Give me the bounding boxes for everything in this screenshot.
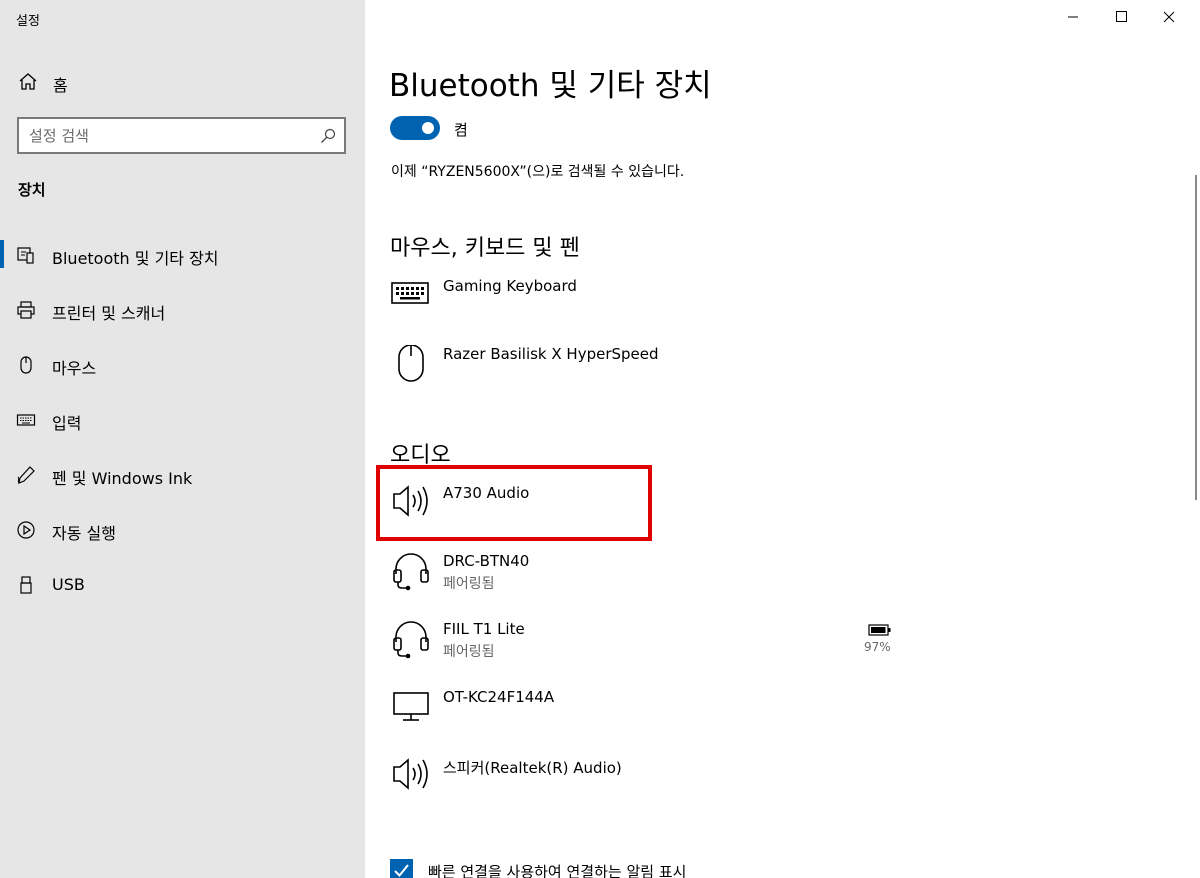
toggle-knob xyxy=(422,122,434,134)
app-title: 설정 xyxy=(16,14,40,29)
sidebar-item-label: Bluetooth 및 기타 장치 xyxy=(52,249,219,268)
battery-icon xyxy=(868,624,891,636)
mouse-icon xyxy=(398,345,424,382)
device-name: 스피커(Realtek(R) Audio) xyxy=(443,759,622,777)
home-icon xyxy=(19,73,37,90)
sidebar-item-pen[interactable]: 펜 및 Windows Ink xyxy=(0,448,365,503)
scrollbar[interactable] xyxy=(1195,175,1197,500)
discoverable-text: 이제 “RYZEN5600X”(으)로 검색될 수 있습니다. xyxy=(391,164,685,180)
swift-pair-label: 빠른 연결을 사용하여 연결하는 알림 표시 xyxy=(428,863,687,878)
device-drc-btn40[interactable]: DRC-BTN40 페어링됨 xyxy=(388,552,908,614)
headset-icon xyxy=(393,621,429,659)
keyboard-icon xyxy=(391,282,429,304)
device-status: 페어링됨 xyxy=(443,644,495,660)
sidebar-item-label: 마우스 xyxy=(52,359,97,378)
swift-pair-option[interactable]: 빠른 연결을 사용하여 연결하는 알림 표시 xyxy=(390,858,890,878)
speaker-icon xyxy=(393,758,428,790)
maximize-button[interactable] xyxy=(1098,0,1144,34)
bluetooth-toggle-label: 켬 xyxy=(454,121,468,139)
usb-icon xyxy=(20,576,32,594)
minimize-button[interactable] xyxy=(1050,0,1096,34)
pen-icon xyxy=(17,466,35,484)
home-label: 홈 xyxy=(53,76,68,95)
sidebar-item-typing[interactable]: 입력 xyxy=(0,393,365,448)
mouse-icon xyxy=(20,356,32,374)
device-gaming-keyboard[interactable]: Gaming Keyboard xyxy=(388,277,908,339)
sidebar-item-autoplay[interactable]: 자동 실행 xyxy=(0,503,365,558)
sidebar-item-usb[interactable]: USB xyxy=(0,558,365,613)
bluetooth-toggle[interactable] xyxy=(390,116,440,140)
home-nav-item[interactable]: 홈 xyxy=(0,62,365,102)
section-heading: 장치 xyxy=(18,181,46,199)
headset-icon xyxy=(393,553,429,591)
battery-indicator: 97% xyxy=(858,620,898,660)
sidebar-nav: Bluetooth 및 기타 장치 프린터 및 스캐너 마우스 입력 펜 및 W… xyxy=(0,228,365,613)
sidebar-item-label: 펜 및 Windows Ink xyxy=(52,469,193,488)
keyboard-icon xyxy=(16,414,36,426)
sidebar-item-bluetooth[interactable]: Bluetooth 및 기타 장치 xyxy=(0,228,365,283)
device-fiil-t1-lite[interactable]: FIIL T1 Lite 페어링됨 97% xyxy=(388,620,908,682)
autoplay-icon xyxy=(17,521,35,539)
sidebar-item-mouse[interactable]: 마우스 xyxy=(0,338,365,393)
device-ot-kc24f144a[interactable]: OT-KC24F144A xyxy=(388,688,908,750)
page-title: Bluetooth 및 기타 장치 xyxy=(389,68,712,104)
device-name: DRC-BTN40 xyxy=(443,552,530,570)
battery-percent: 97% xyxy=(864,640,891,654)
close-button[interactable] xyxy=(1146,0,1192,34)
printer-icon xyxy=(17,301,35,319)
sidebar-item-printers[interactable]: 프린터 및 스캐너 xyxy=(0,283,365,338)
sidebar-item-label: 프린터 및 스캐너 xyxy=(52,304,166,323)
device-name: OT-KC24F144A xyxy=(443,688,555,706)
device-razer-mouse[interactable]: Razer Basilisk X HyperSpeed xyxy=(388,345,908,407)
sidebar-item-label: 입력 xyxy=(52,414,82,433)
device-name: FIIL T1 Lite xyxy=(443,620,525,638)
device-name: Gaming Keyboard xyxy=(443,277,577,295)
search-icon[interactable] xyxy=(320,128,336,144)
highlight-box xyxy=(376,465,652,541)
search-box[interactable] xyxy=(17,117,346,154)
sidebar-item-label: USB xyxy=(52,575,85,594)
device-name: Razer Basilisk X HyperSpeed xyxy=(443,345,659,363)
swift-pair-checkbox[interactable] xyxy=(390,859,413,878)
monitor-icon xyxy=(393,692,429,721)
bluetooth-devices-icon xyxy=(17,247,34,264)
search-input[interactable] xyxy=(29,125,309,147)
device-realtek-speaker[interactable]: 스피커(Realtek(R) Audio) xyxy=(388,757,908,819)
sidebar: 설정 홈 장치 Bluetooth 및 기타 장치 xyxy=(0,0,365,878)
device-status: 페어링됨 xyxy=(443,576,495,592)
sidebar-item-label: 자동 실행 xyxy=(52,524,116,543)
group-title-input-devices: 마우스, 키보드 및 펜 xyxy=(390,236,580,261)
